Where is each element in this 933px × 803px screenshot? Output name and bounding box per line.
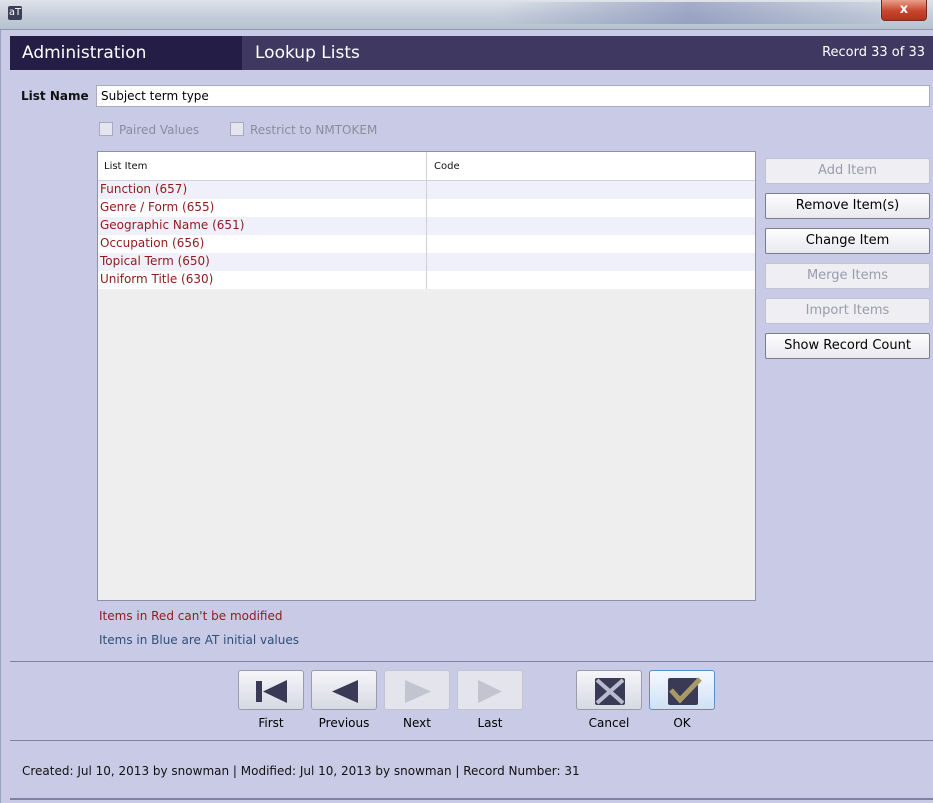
paired-values-checkbox[interactable]: Paired Values bbox=[99, 122, 199, 137]
table-row[interactable]: Geographic Name (651) bbox=[98, 217, 755, 235]
table-row[interactable]: Topical Term (650) bbox=[98, 253, 755, 271]
window-titlebar: aT x bbox=[0, 0, 933, 30]
readonly-items-note: Items in Red can't be modified bbox=[99, 609, 283, 623]
section-title: Lookup Lists bbox=[255, 43, 360, 63]
previous-button[interactable]: Previous bbox=[309, 670, 379, 738]
last-icon bbox=[478, 680, 502, 703]
column-divider bbox=[426, 152, 427, 180]
module-header: Administration Lookup Lists Record 33 of… bbox=[10, 36, 933, 70]
cancel-button-face bbox=[576, 670, 642, 710]
record-audit-info: Created: Jul 10, 2013 by snowman | Modif… bbox=[22, 764, 580, 778]
list-name-label: List Name bbox=[21, 89, 89, 103]
list-item-cell: Topical Term (650) bbox=[100, 254, 210, 268]
import-items-button[interactable]: Import Items bbox=[765, 298, 930, 324]
list-item-cell: Geographic Name (651) bbox=[100, 218, 245, 232]
checkbox-box bbox=[99, 122, 113, 136]
column-divider bbox=[426, 217, 427, 235]
column-divider bbox=[426, 271, 427, 289]
table-row[interactable]: Uniform Title (630) bbox=[98, 271, 755, 289]
list-item-cell: Uniform Title (630) bbox=[100, 272, 214, 286]
window-left-border bbox=[0, 30, 11, 803]
previous-label: Previous bbox=[318, 716, 370, 730]
column-header-list-item[interactable]: List Item bbox=[104, 161, 147, 172]
last-button-face bbox=[457, 670, 523, 710]
merge-items-button[interactable]: Merge Items bbox=[765, 263, 930, 289]
column-header-code[interactable]: Code bbox=[434, 161, 460, 172]
window-bottom-border bbox=[10, 798, 933, 800]
restrict-nmtokem-label: Restrict to NMTOKEM bbox=[250, 123, 378, 137]
app-icon: aT bbox=[8, 6, 22, 20]
record-counter: Record 33 of 33 bbox=[822, 45, 925, 60]
column-divider bbox=[426, 235, 427, 253]
add-item-button[interactable]: Add Item bbox=[765, 158, 930, 184]
ok-label: OK bbox=[673, 716, 691, 730]
divider bbox=[10, 740, 933, 741]
table-row[interactable]: Genre / Form (655) bbox=[98, 199, 755, 217]
table-body: Function (657) Genre / Form (655) Geogra… bbox=[98, 181, 755, 289]
cancel-button[interactable]: Cancel bbox=[574, 670, 644, 738]
first-button-face bbox=[238, 670, 304, 710]
restrict-nmtokem-checkbox[interactable]: Restrict to NMTOKEM bbox=[230, 122, 377, 137]
next-button[interactable]: Next bbox=[382, 670, 452, 738]
list-item-cell: Genre / Form (655) bbox=[100, 200, 215, 214]
ok-button-face bbox=[649, 670, 715, 710]
module-title: Administration bbox=[10, 36, 242, 70]
first-label: First bbox=[258, 716, 284, 730]
initial-values-note: Items in Blue are AT initial values bbox=[99, 633, 299, 647]
list-item-cell: Occupation (656) bbox=[100, 236, 205, 250]
cancel-icon bbox=[595, 678, 625, 705]
first-icon bbox=[256, 680, 287, 703]
column-divider bbox=[426, 253, 427, 271]
table-row[interactable]: Function (657) bbox=[98, 181, 755, 199]
divider bbox=[10, 661, 933, 662]
column-divider bbox=[426, 181, 427, 199]
cancel-label: Cancel bbox=[588, 716, 630, 730]
column-divider bbox=[426, 199, 427, 217]
checkbox-box bbox=[230, 122, 244, 136]
table-row[interactable]: Occupation (656) bbox=[98, 235, 755, 253]
list-items-table[interactable]: List Item Code Function (657) Genre / Fo… bbox=[97, 151, 756, 601]
first-button[interactable]: First bbox=[236, 670, 306, 738]
checkmark-icon bbox=[668, 677, 702, 705]
paired-values-label: Paired Values bbox=[119, 123, 200, 137]
next-button-face bbox=[384, 670, 450, 710]
previous-icon bbox=[332, 680, 358, 703]
close-button[interactable]: x bbox=[881, 0, 927, 21]
remove-items-button[interactable]: Remove Item(s) bbox=[765, 193, 930, 219]
last-label: Last bbox=[477, 716, 503, 730]
ok-button[interactable]: OK bbox=[647, 670, 717, 738]
next-icon bbox=[405, 680, 431, 703]
next-label: Next bbox=[403, 716, 431, 730]
show-record-count-button[interactable]: Show Record Count bbox=[765, 333, 930, 359]
list-name-field[interactable] bbox=[96, 85, 930, 107]
table-header: List Item Code bbox=[98, 152, 755, 181]
previous-button-face bbox=[311, 670, 377, 710]
last-button[interactable]: Last bbox=[455, 670, 525, 738]
titlebar-blur bbox=[500, 2, 880, 24]
change-item-button[interactable]: Change Item bbox=[765, 228, 930, 254]
list-item-cell: Function (657) bbox=[100, 182, 188, 196]
